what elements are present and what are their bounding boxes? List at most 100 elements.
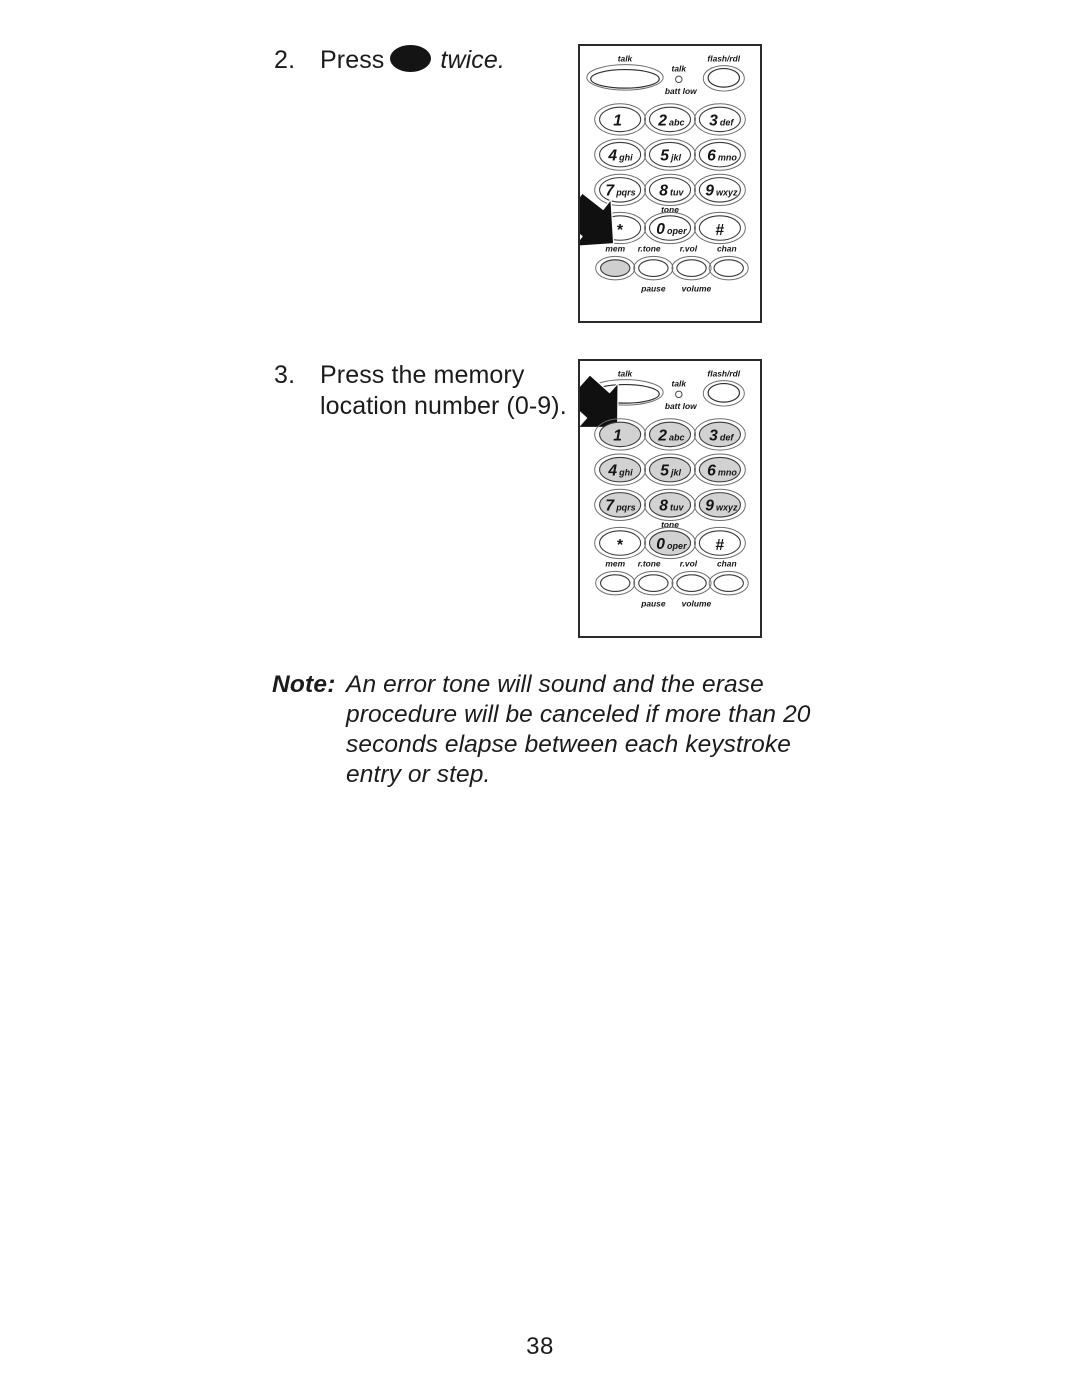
- kp2-key-7-digit: 7: [605, 498, 615, 515]
- kp1-key-1[interactable]: 1: [594, 103, 647, 136]
- kp1-key-3-digit: 3: [709, 112, 718, 129]
- kp2-key-4[interactable]: 4 ghi: [594, 453, 647, 486]
- step-3-number: 3.: [274, 361, 296, 389]
- kp2-key-3[interactable]: 3 def: [693, 418, 746, 451]
- step-2-number: 2.: [274, 46, 296, 74]
- note-label: Note:: [272, 671, 336, 698]
- kp2-led-indicator-icon: [675, 390, 683, 399]
- kp1-key-pound-digit: #: [716, 222, 725, 239]
- kp2-fn-label-mem: mem: [605, 558, 625, 568]
- kp1-key-4[interactable]: 4 ghi: [594, 138, 647, 171]
- kp1-fn-label-rtone: r.tone: [638, 243, 661, 253]
- step-3-text: Press the memory location number (0-9).: [320, 360, 567, 422]
- kp2-key-pound[interactable]: #: [693, 526, 746, 560]
- kp1-key-2[interactable]: 2 abc: [644, 103, 696, 136]
- kp2-key-4-digit: 4: [607, 463, 617, 480]
- kp1-key-8[interactable]: 8 tuv: [644, 173, 696, 206]
- note-body: An error tone will sound and the erase p…: [346, 671, 811, 788]
- kp2-key-3-digit: 3: [709, 427, 718, 444]
- kp1-fn-key-mem[interactable]: [595, 255, 636, 281]
- kp1-key-2-digit: 2: [657, 112, 667, 129]
- kp1-key-9-letters: wxyz: [716, 188, 738, 198]
- kp1-fn-label-volume: volume: [682, 284, 712, 294]
- kp1-key-8-digit: 8: [659, 183, 668, 200]
- kp2-key-8-digit: 8: [659, 498, 668, 515]
- kp1-key-6-letters: mno: [718, 153, 738, 163]
- kp2-key-5-digit: 5: [660, 463, 669, 480]
- kp2-key-0-letters: oper: [667, 541, 687, 551]
- kp2-fn-label-pause: pause: [640, 599, 666, 609]
- kp2-fn-key-rvol[interactable]: [671, 570, 712, 596]
- kp1-key-6-digit: 6: [707, 148, 716, 165]
- keypad-figure-step-3: talk talk batt low flash/rdl 1 2 abc 3 d…: [578, 359, 762, 638]
- kp2-flash-label: flash/rdl: [707, 369, 740, 379]
- kp1-key-5-letters: jkl: [670, 153, 682, 163]
- step-2-text-before: Press: [320, 46, 385, 74]
- kp2-talk-label: talk: [618, 369, 634, 379]
- kp1-fn-label-mem: mem: [605, 243, 625, 253]
- kp1-key-star-digit: *: [617, 222, 624, 239]
- kp2-key-0-digit: 0: [656, 536, 665, 553]
- kp1-key-3-letters: def: [720, 117, 735, 127]
- step-3: 3. Press the memory location number (0-9…: [274, 360, 567, 422]
- kp2-fn-key-mem[interactable]: [595, 570, 636, 596]
- kp2-key-0[interactable]: 0 oper: [644, 526, 696, 560]
- kp1-key-8-letters: tuv: [670, 188, 684, 198]
- kp2-key-6-digit: 6: [707, 463, 716, 480]
- kp2-key-9-letters: wxyz: [716, 503, 738, 513]
- kp1-key-4-digit: 4: [607, 148, 617, 165]
- kp2-led-bottom-label: batt low: [665, 401, 697, 411]
- kp2-led-top-label: talk: [672, 378, 688, 388]
- step-2-text: Press twice.: [320, 45, 505, 76]
- kp2-key-2-letters: abc: [669, 432, 685, 442]
- step-3-line-2: location number (0-9).: [320, 392, 567, 420]
- kp2-key-7-letters: pqrs: [615, 503, 636, 513]
- mem-button-glyph-icon: [390, 45, 432, 72]
- kp1-flash-button[interactable]: [707, 67, 741, 88]
- kp1-key-2-letters: abc: [669, 117, 685, 127]
- kp1-key-7-digit: 7: [605, 183, 615, 200]
- kp1-key-9[interactable]: 9 wxyz: [693, 173, 746, 206]
- keypad-2-svg: talk talk batt low flash/rdl 1 2 abc 3 d…: [580, 369, 749, 609]
- kp2-fn-key-rtone[interactable]: [633, 570, 674, 596]
- kp2-key-1[interactable]: 1: [594, 418, 647, 451]
- kp1-talk-label: talk: [618, 54, 634, 64]
- kp2-fn-label-volume: volume: [682, 599, 712, 609]
- kp2-key-2[interactable]: 2 abc: [644, 418, 696, 451]
- kp2-key-6[interactable]: 6 mno: [693, 453, 746, 486]
- kp2-key-2-digit: 2: [657, 427, 667, 444]
- kp2-key-4-letters: ghi: [618, 468, 633, 478]
- kp2-fn-key-chan[interactable]: [708, 570, 749, 596]
- kp1-key-pound[interactable]: #: [693, 211, 746, 245]
- kp1-key-7-letters: pqrs: [615, 188, 636, 198]
- kp2-key-5-letters: jkl: [670, 468, 682, 478]
- kp2-key-pound-digit: #: [716, 537, 725, 554]
- kp2-fn-label-chan: chan: [717, 558, 737, 568]
- kp1-fn-key-rvol[interactable]: [671, 255, 712, 281]
- kp1-fn-key-chan[interactable]: [708, 255, 749, 281]
- kp1-fn-key-rtone[interactable]: [633, 255, 674, 281]
- kp2-fn-label-rvol: r.vol: [680, 558, 698, 568]
- kp2-key-6-letters: mno: [718, 468, 738, 478]
- kp2-key-5[interactable]: 5 jkl: [644, 453, 696, 486]
- step-3-line-1: Press the memory: [320, 361, 525, 389]
- kp1-talk-button[interactable]: [590, 68, 660, 89]
- kp2-key-star[interactable]: *: [594, 526, 647, 560]
- kp2-key-star-digit: *: [617, 537, 624, 554]
- kp1-key-5-digit: 5: [660, 148, 669, 165]
- kp2-flash-button[interactable]: [707, 382, 741, 403]
- kp1-key-0-digit: 0: [656, 221, 665, 238]
- kp2-key-7[interactable]: 7 pqrs: [594, 488, 647, 521]
- kp1-key-5[interactable]: 5 jkl: [644, 138, 696, 171]
- kp2-key-8[interactable]: 8 tuv: [644, 488, 696, 521]
- kp1-key-7[interactable]: 7 pqrs: [594, 173, 647, 206]
- kp1-fn-label-pause: pause: [640, 284, 666, 294]
- kp1-led-indicator-icon: [675, 75, 683, 84]
- kp2-key-9[interactable]: 9 wxyz: [693, 488, 746, 521]
- keypad-figure-step-2: talk talk batt low flash/rdl 1 2 abc 3 d…: [578, 44, 762, 323]
- kp1-key-6[interactable]: 6 mno: [693, 138, 746, 171]
- step-2-text-after: twice.: [440, 46, 505, 74]
- kp1-key-0[interactable]: 0 oper: [644, 211, 696, 245]
- kp2-key-9-digit: 9: [705, 498, 714, 515]
- kp1-key-3[interactable]: 3 def: [693, 103, 746, 136]
